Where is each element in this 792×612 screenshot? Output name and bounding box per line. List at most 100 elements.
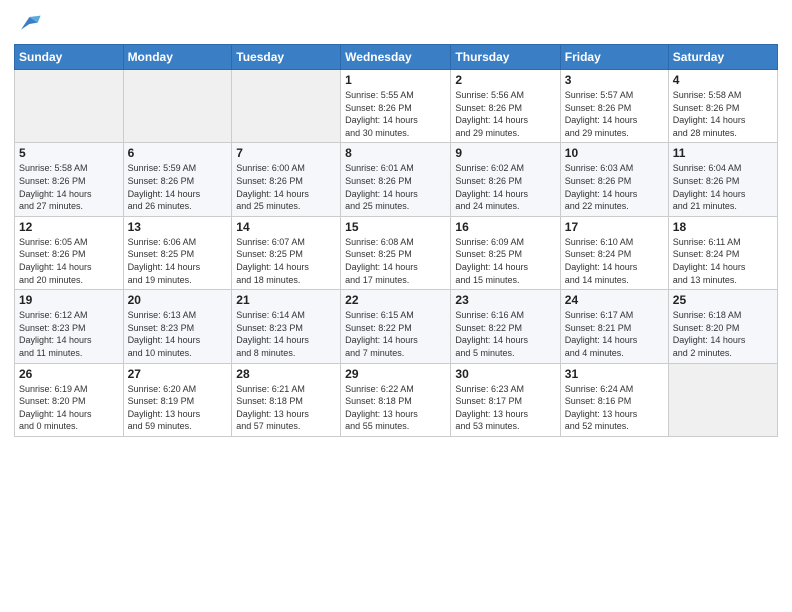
- day-number: 30: [455, 367, 555, 381]
- day-number: 16: [455, 220, 555, 234]
- weekday-header-wednesday: Wednesday: [341, 45, 451, 70]
- day-number: 19: [19, 293, 119, 307]
- day-info: Sunrise: 6:05 AM Sunset: 8:26 PM Dayligh…: [19, 236, 119, 286]
- day-number: 11: [673, 146, 773, 160]
- logo-bird-icon: [14, 10, 42, 38]
- header: [14, 10, 778, 38]
- calendar-day-2: 2Sunrise: 5:56 AM Sunset: 8:26 PM Daylig…: [451, 70, 560, 143]
- day-info: Sunrise: 6:22 AM Sunset: 8:18 PM Dayligh…: [345, 383, 446, 433]
- calendar-day-18: 18Sunrise: 6:11 AM Sunset: 8:24 PM Dayli…: [668, 216, 777, 289]
- day-info: Sunrise: 5:58 AM Sunset: 8:26 PM Dayligh…: [673, 89, 773, 139]
- day-number: 26: [19, 367, 119, 381]
- day-number: 12: [19, 220, 119, 234]
- day-number: 10: [565, 146, 664, 160]
- day-info: Sunrise: 6:12 AM Sunset: 8:23 PM Dayligh…: [19, 309, 119, 359]
- weekday-header-friday: Friday: [560, 45, 668, 70]
- day-info: Sunrise: 6:08 AM Sunset: 8:25 PM Dayligh…: [345, 236, 446, 286]
- calendar-day-11: 11 Sunrise: 6:04 AM Sunset: 8:26 PM Dayli…: [668, 143, 777, 216]
- calendar-day-1: 1Sunrise: 5:55 AM Sunset: 8:26 PM Daylig…: [341, 70, 451, 143]
- calendar-day-20: 20Sunrise: 6:13 AM Sunset: 8:23 PM Dayli…: [123, 290, 232, 363]
- day-info: Sunrise: 6:24 AM Sunset: 8:16 PM Dayligh…: [565, 383, 664, 433]
- calendar-day-17: 17 Sunrise: 6:10 AM Sunset: 8:24 PM Dayli…: [560, 216, 668, 289]
- calendar-day-4: 4 Sunrise: 5:58 AM Sunset: 8:26 PM Daylig…: [668, 70, 777, 143]
- calendar-week-row: 26 Sunrise: 6:19 AM Sunset: 8:20 PM Dayli…: [15, 363, 778, 436]
- calendar-day-26: 26 Sunrise: 6:19 AM Sunset: 8:20 PM Dayli…: [15, 363, 124, 436]
- calendar-empty-cell: [232, 70, 341, 143]
- calendar-day-14: 14Sunrise: 6:07 AM Sunset: 8:25 PM Dayli…: [232, 216, 341, 289]
- calendar-day-22: 22Sunrise: 6:15 AM Sunset: 8:22 PM Dayli…: [341, 290, 451, 363]
- calendar-day-28: 28 Sunrise: 6:21 AM Sunset: 8:18 PM Dayli…: [232, 363, 341, 436]
- day-info: Sunrise: 6:15 AM Sunset: 8:22 PM Dayligh…: [345, 309, 446, 359]
- day-number: 9: [455, 146, 555, 160]
- calendar-empty-cell: [668, 363, 777, 436]
- day-number: 4: [673, 73, 773, 87]
- calendar-day-29: 29Sunrise: 6:22 AM Sunset: 8:18 PM Dayli…: [341, 363, 451, 436]
- calendar-week-row: 1Sunrise: 5:55 AM Sunset: 8:26 PM Daylig…: [15, 70, 778, 143]
- calendar-day-24: 24 Sunrise: 6:17 AM Sunset: 8:21 PM Dayli…: [560, 290, 668, 363]
- calendar-day-9: 9 Sunrise: 6:02 AM Sunset: 8:26 PM Daylig…: [451, 143, 560, 216]
- calendar-week-row: 12 Sunrise: 6:05 AM Sunset: 8:26 PM Dayli…: [15, 216, 778, 289]
- day-info: Sunrise: 6:23 AM Sunset: 8:17 PM Dayligh…: [455, 383, 555, 433]
- calendar-day-21: 21 Sunrise: 6:14 AM Sunset: 8:23 PM Dayli…: [232, 290, 341, 363]
- day-info: Sunrise: 5:55 AM Sunset: 8:26 PM Dayligh…: [345, 89, 446, 139]
- calendar-table: SundayMondayTuesdayWednesdayThursdayFrid…: [14, 44, 778, 437]
- day-number: 27: [128, 367, 228, 381]
- day-number: 24: [565, 293, 664, 307]
- day-number: 5: [19, 146, 119, 160]
- day-info: Sunrise: 6:20 AM Sunset: 8:19 PM Dayligh…: [128, 383, 228, 433]
- day-info: Sunrise: 6:17 AM Sunset: 8:21 PM Dayligh…: [565, 309, 664, 359]
- calendar-day-10: 10 Sunrise: 6:03 AM Sunset: 8:26 PM Dayli…: [560, 143, 668, 216]
- day-number: 3: [565, 73, 664, 87]
- day-info: Sunrise: 6:06 AM Sunset: 8:25 PM Dayligh…: [128, 236, 228, 286]
- day-info: Sunrise: 6:19 AM Sunset: 8:20 PM Dayligh…: [19, 383, 119, 433]
- day-info: Sunrise: 6:07 AM Sunset: 8:25 PM Dayligh…: [236, 236, 336, 286]
- calendar-day-30: 30 Sunrise: 6:23 AM Sunset: 8:17 PM Dayli…: [451, 363, 560, 436]
- day-info: Sunrise: 6:02 AM Sunset: 8:26 PM Dayligh…: [455, 162, 555, 212]
- calendar-empty-cell: [123, 70, 232, 143]
- calendar-day-6: 6 Sunrise: 5:59 AM Sunset: 8:26 PM Daylig…: [123, 143, 232, 216]
- day-info: Sunrise: 6:14 AM Sunset: 8:23 PM Dayligh…: [236, 309, 336, 359]
- day-number: 6: [128, 146, 228, 160]
- logo: [14, 10, 46, 38]
- page: SundayMondayTuesdayWednesdayThursdayFrid…: [0, 0, 792, 612]
- day-info: Sunrise: 6:16 AM Sunset: 8:22 PM Dayligh…: [455, 309, 555, 359]
- calendar-day-16: 16 Sunrise: 6:09 AM Sunset: 8:25 PM Dayli…: [451, 216, 560, 289]
- weekday-header-monday: Monday: [123, 45, 232, 70]
- day-number: 17: [565, 220, 664, 234]
- day-number: 25: [673, 293, 773, 307]
- day-info: Sunrise: 6:03 AM Sunset: 8:26 PM Dayligh…: [565, 162, 664, 212]
- calendar-day-7: 7Sunrise: 6:00 AM Sunset: 8:26 PM Daylig…: [232, 143, 341, 216]
- day-info: Sunrise: 6:04 AM Sunset: 8:26 PM Dayligh…: [673, 162, 773, 212]
- day-number: 7: [236, 146, 336, 160]
- day-number: 21: [236, 293, 336, 307]
- calendar-day-31: 31 Sunrise: 6:24 AM Sunset: 8:16 PM Dayli…: [560, 363, 668, 436]
- calendar-empty-cell: [15, 70, 124, 143]
- calendar-week-row: 19 Sunrise: 6:12 AM Sunset: 8:23 PM Dayli…: [15, 290, 778, 363]
- day-number: 28: [236, 367, 336, 381]
- day-number: 15: [345, 220, 446, 234]
- day-number: 23: [455, 293, 555, 307]
- day-info: Sunrise: 5:57 AM Sunset: 8:26 PM Dayligh…: [565, 89, 664, 139]
- calendar-day-25: 25 Sunrise: 6:18 AM Sunset: 8:20 PM Dayli…: [668, 290, 777, 363]
- day-number: 8: [345, 146, 446, 160]
- day-info: Sunrise: 5:58 AM Sunset: 8:26 PM Dayligh…: [19, 162, 119, 212]
- day-number: 31: [565, 367, 664, 381]
- calendar-day-13: 13 Sunrise: 6:06 AM Sunset: 8:25 PM Dayli…: [123, 216, 232, 289]
- day-info: Sunrise: 5:59 AM Sunset: 8:26 PM Dayligh…: [128, 162, 228, 212]
- calendar-day-5: 5 Sunrise: 5:58 AM Sunset: 8:26 PM Daylig…: [15, 143, 124, 216]
- calendar-day-15: 15 Sunrise: 6:08 AM Sunset: 8:25 PM Dayli…: [341, 216, 451, 289]
- day-number: 2: [455, 73, 555, 87]
- day-number: 13: [128, 220, 228, 234]
- day-info: Sunrise: 6:21 AM Sunset: 8:18 PM Dayligh…: [236, 383, 336, 433]
- day-info: Sunrise: 6:13 AM Sunset: 8:23 PM Dayligh…: [128, 309, 228, 359]
- weekday-header-sunday: Sunday: [15, 45, 124, 70]
- calendar-day-3: 3 Sunrise: 5:57 AM Sunset: 8:26 PM Daylig…: [560, 70, 668, 143]
- day-info: Sunrise: 6:09 AM Sunset: 8:25 PM Dayligh…: [455, 236, 555, 286]
- calendar-day-19: 19 Sunrise: 6:12 AM Sunset: 8:23 PM Dayli…: [15, 290, 124, 363]
- calendar-day-12: 12 Sunrise: 6:05 AM Sunset: 8:26 PM Dayli…: [15, 216, 124, 289]
- day-info: Sunrise: 6:18 AM Sunset: 8:20 PM Dayligh…: [673, 309, 773, 359]
- day-info: Sunrise: 6:10 AM Sunset: 8:24 PM Dayligh…: [565, 236, 664, 286]
- calendar-day-27: 27 Sunrise: 6:20 AM Sunset: 8:19 PM Dayli…: [123, 363, 232, 436]
- weekday-header-tuesday: Tuesday: [232, 45, 341, 70]
- weekday-header-row: SundayMondayTuesdayWednesdayThursdayFrid…: [15, 45, 778, 70]
